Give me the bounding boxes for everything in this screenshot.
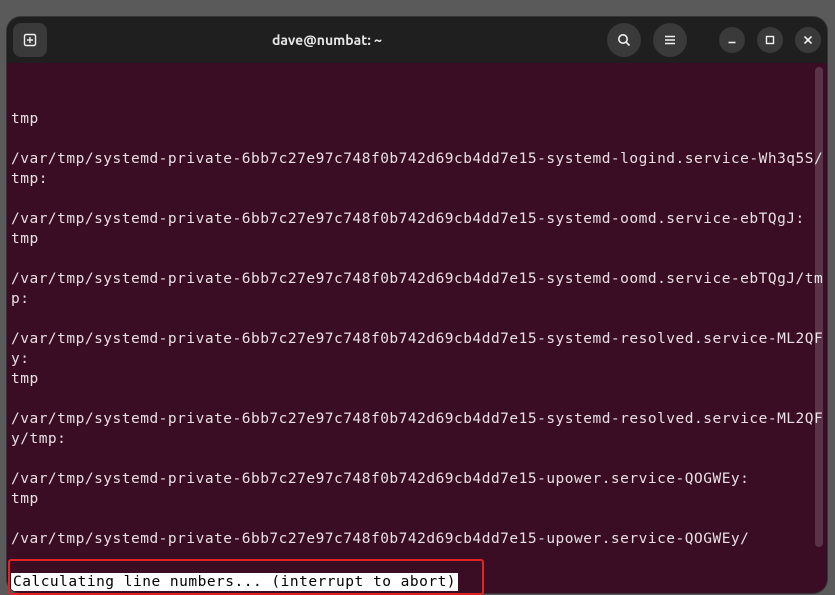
terminal-line: tmp	[11, 489, 827, 509]
menu-button[interactable]	[653, 23, 687, 57]
maximize-button[interactable]	[757, 27, 783, 53]
window-title: dave@numbat: ~	[47, 32, 607, 48]
terminal-line: /var/tmp/systemd-private-6bb7c27e97c748f…	[11, 149, 827, 189]
terminal-window: dave@numbat: ~	[7, 17, 827, 593]
terminal-line	[11, 449, 827, 469]
terminal-line: /var/tmp/systemd-private-6bb7c27e97c748f…	[11, 409, 827, 449]
terminal-line	[11, 249, 827, 269]
terminal-line: /var/tmp/systemd-private-6bb7c27e97c748f…	[11, 329, 827, 369]
terminal-line	[11, 389, 827, 409]
new-tab-button[interactable]	[13, 23, 47, 57]
terminal-line	[11, 129, 827, 149]
close-button[interactable]	[795, 27, 821, 53]
scrollbar-thumb[interactable]	[815, 67, 823, 547]
terminal-line: /var/tmp/systemd-private-6bb7c27e97c748f…	[11, 469, 827, 489]
terminal-line	[11, 309, 827, 329]
terminal-line: tmp	[11, 229, 827, 249]
pager-status-line: Calculating line numbers... (interrupt t…	[11, 573, 458, 591]
terminal-line	[11, 509, 827, 529]
terminal-viewport[interactable]: tmp /var/tmp/systemd-private-6bb7c27e97c…	[7, 63, 827, 593]
terminal-output: tmp /var/tmp/systemd-private-6bb7c27e97c…	[11, 109, 827, 549]
terminal-line: tmp	[11, 369, 827, 389]
terminal-line	[11, 189, 827, 209]
search-button[interactable]	[607, 23, 641, 57]
terminal-line: tmp	[11, 109, 827, 129]
terminal-line: /var/tmp/systemd-private-6bb7c27e97c748f…	[11, 209, 827, 229]
terminal-line: /var/tmp/systemd-private-6bb7c27e97c748f…	[11, 529, 827, 549]
terminal-line: /var/tmp/systemd-private-6bb7c27e97c748f…	[11, 269, 827, 309]
minimize-button[interactable]	[719, 27, 745, 53]
titlebar: dave@numbat: ~	[7, 17, 827, 63]
